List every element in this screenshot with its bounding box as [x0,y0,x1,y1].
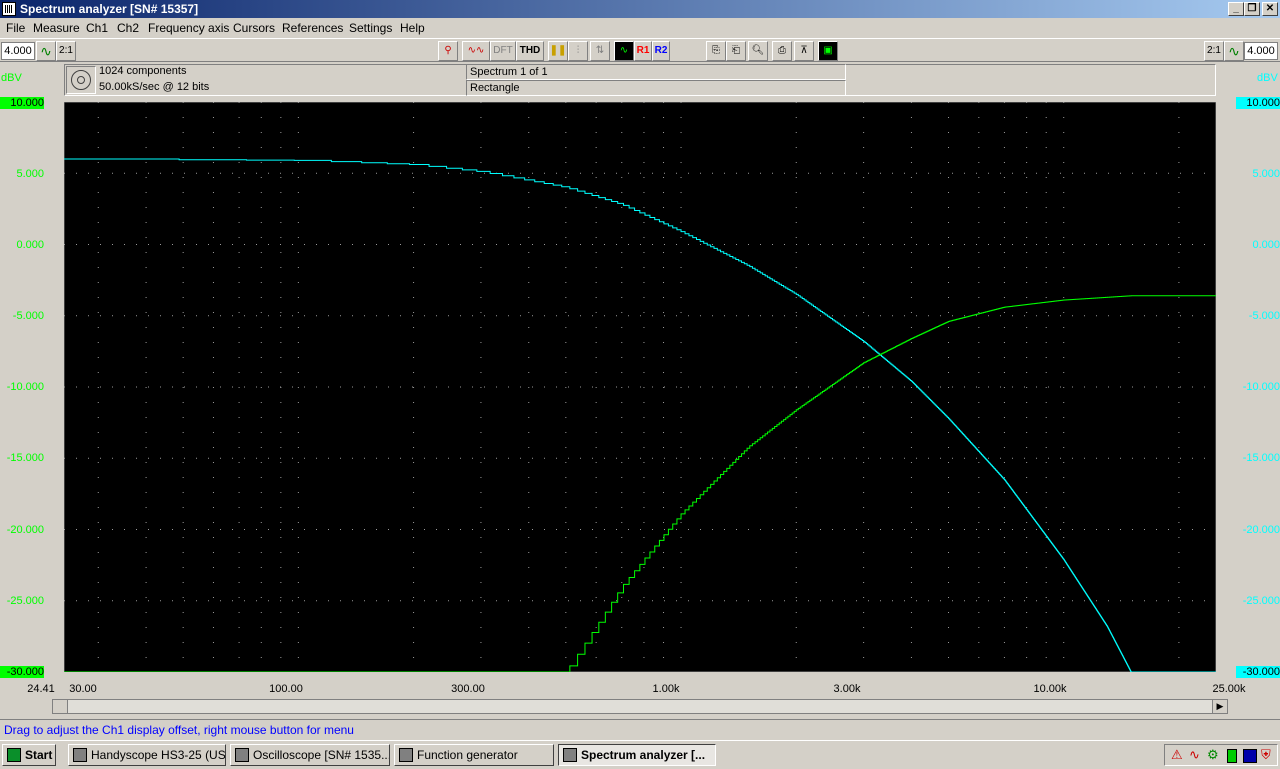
menu-settings[interactable]: Settings [349,21,392,35]
x-tick: 30.00 [69,683,97,695]
autoscale-icon[interactable]: ⚲ [438,41,458,61]
trigger-icon[interactable]: ⇅ [590,41,610,61]
window-type-text: Rectangle [470,82,520,94]
left-y-tick-top[interactable]: 10.000 [0,97,44,109]
menu-references[interactable]: References [282,21,343,35]
function-generator-icon [399,747,413,762]
scroll-right-icon[interactable]: ▶ [1212,700,1227,713]
right-y-tick-bottom[interactable]: -30.000 [1236,666,1280,678]
title-bar: Spectrum analyzer [SN# 15357] _ ❐ ✕ [0,0,1280,18]
horizontal-scrollbar[interactable]: ▶ [52,699,1228,714]
waveform-tray-icon[interactable]: ∿ [1189,747,1200,763]
left-y-tick: -20.000 [6,524,44,536]
reference-r1-button[interactable]: R1 [634,41,652,61]
x-tick: 25.00k [1212,683,1246,695]
right-y-tick: -10.000 [1242,381,1280,393]
paste-settings-icon[interactable]: ⎗ [726,41,746,61]
inner-circle-icon [77,76,85,84]
menu-help[interactable]: Help [400,21,425,35]
left-y-tick: 5.000 [16,168,44,180]
left-y-tick: -25.000 [6,595,44,607]
info-indicator [66,66,96,94]
right-y-tick: 0.000 [1252,239,1280,251]
thd-button[interactable]: THD [516,41,544,61]
device-tray-icon[interactable]: ⚙ [1207,747,1219,763]
menu-ch1[interactable]: Ch1 [86,21,108,35]
shield-icon[interactable]: ⛨ [1261,747,1271,763]
system-tray: ⚠ ∿ ⚙ ⛨ [1164,744,1278,766]
status-message: Drag to adjust the Ch1 display offset, r… [4,723,354,737]
components-text: 1024 components [99,65,187,77]
left-y-tick: -10.000 [6,381,44,393]
status-bar: Drag to adjust the Ch1 display offset, r… [0,719,1280,740]
ch1-sine-icon[interactable]: ∿ [36,41,56,61]
scope-view-icon[interactable]: ∿ [614,41,634,61]
ch1-ratio-button[interactable]: 2:1 [56,41,76,61]
right-y-tick: -20.000 [1242,524,1280,536]
left-y-tick: -5.000 [12,310,44,322]
menu-measure[interactable]: Measure [33,21,80,35]
x-tick: 100.00 [269,683,303,695]
right-unit-label: dBV [1257,72,1278,84]
right-y-tick: -25.000 [1242,595,1280,607]
menu-ch2[interactable]: Ch2 [117,21,139,35]
x-tick: 1.00k [652,683,680,695]
right-y-tick-top[interactable]: 10.000 [1236,97,1280,109]
task-handyscope[interactable]: Handyscope HS3-25 (US... [68,744,226,766]
print-icon[interactable]: ⎙ [772,41,792,61]
task-function-generator[interactable]: Function generator [394,744,554,766]
spectrum-plot[interactable] [64,102,1216,672]
waveform-icon[interactable]: ∿∿ [462,41,490,61]
x-tick: 24.41 [27,683,55,695]
single-shot-icon[interactable]: ⫶ [568,41,588,61]
window-type-field: Rectangle [466,80,846,96]
copy-settings-icon[interactable]: ⎘ [706,41,726,61]
sample-rate-text: 50.00kS/sec @ 12 bits [99,81,210,93]
x-tick: 10.00k [1033,683,1067,695]
ch1-scale-value[interactable]: 4.000 [1,42,35,60]
left-y-tick-bottom[interactable]: -30.000 [0,666,44,678]
windows-icon [7,747,21,762]
right-y-tick: -5.000 [1248,310,1280,322]
handyscope-icon [73,747,87,762]
taskbar: Start Handyscope HS3-25 (US... Oscillosc… [0,740,1280,769]
task-spectrum-analyzer[interactable]: Spectrum analyzer [... [558,744,716,766]
x-tick: 300.00 [451,683,485,695]
task-oscilloscope[interactable]: Oscilloscope [SN# 1535... [230,744,390,766]
x-tick: 3.00k [833,683,861,695]
menu-bar: File Measure Ch1 Ch2 Frequency axis Curs… [0,18,1280,38]
stay-on-top-icon[interactable]: ⊼ [794,41,814,61]
right-y-tick: 5.000 [1252,168,1280,180]
menu-cursors[interactable]: Cursors [233,21,275,35]
app-icon [2,2,16,16]
oscilloscope-icon [235,747,249,762]
left-y-tick: 0.000 [16,239,44,251]
restore-button[interactable]: ❐ [1244,2,1260,16]
window-title: Spectrum analyzer [SN# 15357] [20,2,199,16]
ch2-ratio-button[interactable]: 2:1 [1204,41,1224,61]
left-y-tick: -15.000 [6,452,44,464]
network-icon[interactable]: ⚠ [1171,747,1183,763]
layout-icon[interactable]: ▣ [818,41,838,61]
toolbar: 4.000 ∿ 2:1 ⚲ ∿∿ DFT THD ❚❚ ⫶ ⇅ ∿ R1 R2 … [0,38,1280,62]
reference-r2-button[interactable]: R2 [652,41,670,61]
menu-file[interactable]: File [6,21,25,35]
left-unit-label: dBV [1,72,22,84]
ch2-scale-value[interactable]: 4.000 [1244,42,1278,60]
ch2-sine-icon[interactable]: ∿ [1224,41,1244,61]
close-button[interactable]: ✕ [1262,2,1278,16]
start-button[interactable]: Start [2,744,56,766]
spectrum-analyzer-icon [563,747,577,762]
dft-button[interactable]: DFT [490,41,516,61]
monitor-icon[interactable] [1243,749,1257,763]
spectrum-index-field: Spectrum 1 of 1 [466,64,846,80]
pause-icon[interactable]: ❚❚ [548,41,568,61]
scroll-left-button[interactable] [53,700,68,713]
zoom-icon[interactable]: 🔍︎ [748,41,768,61]
menu-frequency-axis[interactable]: Frequency axis [148,21,229,35]
battery-icon[interactable] [1227,749,1237,763]
right-y-tick: -15.000 [1242,452,1280,464]
minimize-button[interactable]: _ [1228,2,1244,16]
spectrum-index-text: Spectrum 1 of 1 [470,66,548,78]
